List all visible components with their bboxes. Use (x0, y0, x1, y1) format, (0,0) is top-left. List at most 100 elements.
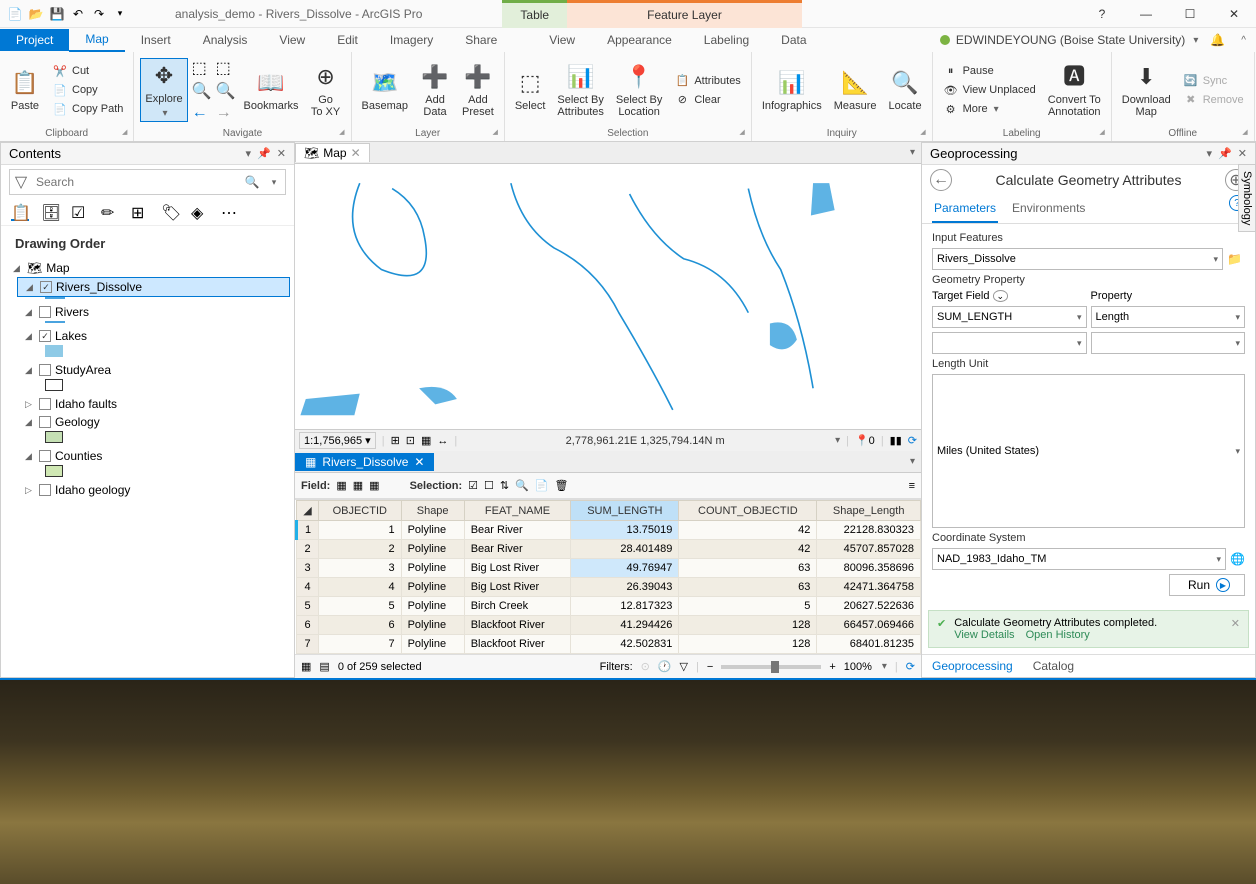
view-options-icon[interactable]: ▾ (910, 147, 921, 158)
copy-selection-icon[interactable]: 📄 (535, 479, 549, 492)
close-pane-icon[interactable]: ✕ (1238, 147, 1247, 160)
coordinate-system-field[interactable]: NAD_1983_Idaho_TM▾ (932, 548, 1226, 570)
clear-button[interactable]: ⊘Clear (670, 91, 744, 109)
filter-range-icon[interactable]: ▽ (680, 660, 688, 673)
tab-imagery[interactable]: Imagery (374, 29, 449, 51)
status-icon[interactable]: ⊡ (406, 434, 415, 447)
tab-insert[interactable]: Insert (125, 29, 187, 51)
back-button[interactable]: ← (930, 169, 952, 191)
cut-button[interactable]: ✂️Cut (48, 62, 127, 80)
list-editing-icon[interactable]: ✏ (101, 203, 119, 221)
toc-rivers[interactable]: ◢Rivers (17, 303, 290, 321)
copy-button[interactable]: 📄Copy (48, 81, 127, 99)
tab-share[interactable]: Share (449, 29, 513, 51)
table-row[interactable]: 77PolylineBlackfoot River42.502831128684… (297, 635, 921, 654)
toc-idaho-geology[interactable]: ▷Idaho geology (17, 481, 290, 499)
toc-geology[interactable]: ◢Geology (17, 413, 290, 431)
qat-new-project-icon[interactable]: 📄 (6, 5, 24, 23)
tab-appearance[interactable]: Appearance (591, 29, 688, 51)
tab-environments[interactable]: Environments (1010, 195, 1087, 223)
open-history-link[interactable]: Open History (1026, 629, 1090, 641)
toc-lakes[interactable]: ◢Lakes (17, 327, 290, 345)
table-row[interactable]: 22PolylineBear River28.4014894245707.857… (297, 540, 921, 559)
pin-icon[interactable]: 📌 (257, 147, 271, 160)
list-drawing-order-icon[interactable]: 📋 (11, 203, 29, 221)
pin-icon[interactable]: 📌 (1218, 147, 1232, 160)
basemap-button[interactable]: 🗺️Basemap (358, 66, 412, 114)
filter-icon[interactable]: ▽ (10, 172, 32, 192)
more-labeling-button[interactable]: ⚙More▾ (939, 100, 1040, 118)
target-field-select[interactable]: SUM_LENGTH▾ (932, 306, 1087, 328)
selection-chip-icon[interactable]: 📍0 (855, 434, 875, 447)
minimize-button[interactable]: — (1124, 0, 1168, 28)
symbology-tab[interactable]: Symbology (1238, 164, 1256, 232)
fixed-zoom-out-icon[interactable]: 🔍 (216, 81, 236, 101)
col-shape-length[interactable]: Shape_Length (817, 501, 921, 521)
qat-customize-icon[interactable]: ▾ (111, 5, 129, 23)
tab-view[interactable]: View (263, 29, 321, 51)
attribute-table[interactable]: ◢ OBJECTID Shape FEAT_NAME SUM_LENGTH CO… (295, 500, 921, 654)
browse-icon[interactable]: 📁 (1227, 252, 1245, 266)
explore-button[interactable]: ✥Explore▾ (140, 58, 187, 121)
refresh-icon[interactable]: ⟳ (908, 434, 917, 447)
ribbon-collapse-icon[interactable]: ^ (1241, 35, 1246, 46)
notifications-icon[interactable]: 🔔 (1210, 33, 1225, 47)
tab-analysis[interactable]: Analysis (187, 29, 264, 51)
qat-save-icon[interactable]: 💾 (48, 5, 66, 23)
col-count-objectid[interactable]: COUNT_OBJECTID (679, 501, 817, 521)
layer-checkbox[interactable] (39, 398, 51, 410)
zoom-in-icon[interactable]: + (829, 661, 835, 673)
close-pane-icon[interactable]: ✕ (277, 147, 286, 160)
col-shape[interactable]: Shape (401, 501, 464, 521)
tab-table-view[interactable]: View (533, 29, 591, 51)
goto-xy-button[interactable]: ⊕Go To XY (307, 60, 345, 120)
target-field-select-2[interactable]: ▾ (932, 332, 1087, 354)
select-by-location-button[interactable]: 📍Select By Location (612, 60, 666, 120)
filter-time-icon[interactable]: 🕐 (658, 660, 672, 673)
sync-button[interactable]: 🔄Sync (1179, 72, 1248, 90)
close-button[interactable]: ✕ (1212, 0, 1256, 28)
col-sum-length[interactable]: SUM_LENGTH (571, 501, 679, 521)
table-row[interactable]: 33PolylineBig Lost River49.769476380096.… (297, 559, 921, 578)
tab-project[interactable]: Project (0, 29, 69, 51)
layer-checkbox[interactable] (40, 281, 52, 293)
toc-map[interactable]: ◢🗺Map (5, 259, 290, 277)
search-icon[interactable]: 🔍 (241, 175, 263, 189)
status-icon[interactable]: ⊞ (391, 434, 400, 447)
qat-undo-icon[interactable]: ↶ (69, 5, 87, 23)
add-field-icon[interactable]: ▦ (336, 479, 346, 492)
table-menu-icon[interactable]: ≡ (909, 480, 915, 492)
pause-draw-icon[interactable]: ▮▮ (890, 434, 902, 447)
row-header-corner[interactable]: ◢ (297, 501, 319, 521)
col-objectid[interactable]: OBJECTID (319, 501, 402, 521)
help-button[interactable]: ? (1080, 0, 1124, 28)
table-row[interactable]: 66PolylineBlackfoot River41.294426128664… (297, 616, 921, 635)
clear-selection-icon[interactable]: ☐ (484, 479, 494, 492)
delete-selection-icon[interactable]: 🗑 (555, 479, 569, 492)
status-icon[interactable]: ↔ (437, 435, 448, 447)
bottom-tab-catalog[interactable]: Catalog (1023, 655, 1084, 677)
status-icon[interactable]: ▦ (421, 434, 431, 447)
next-extent-icon[interactable]: → (216, 104, 236, 122)
tab-edit[interactable]: Edit (321, 29, 374, 51)
select-button[interactable]: ⬚Select (511, 66, 550, 114)
table-row[interactable]: 44PolylineBig Lost River26.390436342471.… (297, 578, 921, 597)
table-row[interactable]: 55PolylineBirch Creek12.817323520627.522… (297, 597, 921, 616)
infographics-button[interactable]: 📊Infographics (758, 66, 826, 114)
tab-data[interactable]: Data (765, 29, 822, 51)
list-snapping-icon[interactable]: ⊞ (131, 203, 149, 221)
layer-checkbox[interactable] (39, 416, 51, 428)
layer-checkbox[interactable] (39, 450, 51, 462)
map-canvas[interactable] (295, 164, 921, 429)
property-select[interactable]: Length▾ (1091, 306, 1246, 328)
view-details-link[interactable]: View Details (954, 629, 1014, 641)
list-perspective-icon[interactable]: ◈ (191, 203, 209, 221)
search-input[interactable] (32, 175, 241, 189)
select-by-attributes-button[interactable]: 📊Select By Attributes (553, 60, 607, 120)
close-tab-icon[interactable]: ✕ (351, 146, 361, 160)
measure-button[interactable]: 📐Measure (830, 66, 881, 114)
add-data-button[interactable]: ➕Add Data (416, 60, 454, 120)
user-name[interactable]: EDWINDEYOUNG (Boise State University) (956, 33, 1185, 47)
tab-parameters[interactable]: Parameters (932, 195, 998, 223)
prev-extent-icon[interactable]: ← (192, 104, 212, 122)
